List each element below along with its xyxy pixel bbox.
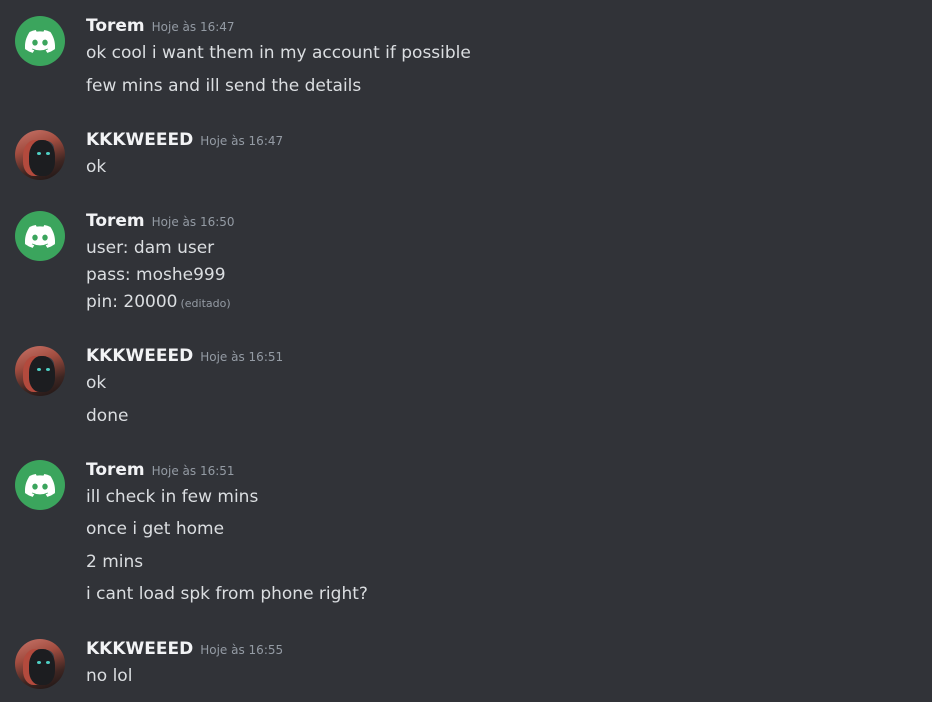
message-header: KKKWEEED Hoje às 16:51 [86, 346, 283, 366]
user-photo-detail [46, 152, 50, 155]
message-text: done [86, 406, 129, 426]
user-photo-detail [37, 661, 41, 664]
chat-messages: Torem Hoje às 16:47 ok cool i want them i… [0, 0, 932, 702]
message-text: i cant load spk from phone right? [86, 584, 368, 604]
username[interactable]: KKKWEEED [86, 130, 193, 150]
message-text: ok [86, 373, 107, 393]
username[interactable]: Torem [86, 16, 145, 36]
username[interactable]: KKKWEEED [86, 346, 193, 366]
username[interactable]: Torem [86, 460, 145, 480]
avatar[interactable] [15, 460, 65, 510]
user-photo [29, 140, 55, 176]
timestamp[interactable]: Hoje às 16:50 [152, 215, 235, 229]
user-photo-detail [46, 661, 50, 664]
edited-label: (editado) [180, 297, 231, 310]
timestamp[interactable]: Hoje às 16:55 [200, 643, 283, 657]
message-text: pin: 20000 [86, 292, 178, 312]
timestamp[interactable]: Hoje às 16:47 [152, 20, 235, 34]
timestamp[interactable]: Hoje às 16:47 [200, 134, 283, 148]
message-text: ok cool i want them in my account if pos… [86, 43, 471, 63]
avatar[interactable] [15, 211, 65, 261]
message-text: pass: moshe999 [86, 265, 226, 285]
user-photo-detail [37, 152, 41, 155]
discord-icon [25, 224, 55, 248]
username[interactable]: Torem [86, 211, 145, 231]
discord-icon [25, 473, 55, 497]
avatar[interactable] [15, 16, 65, 66]
message-text: user: dam user [86, 238, 215, 258]
discord-icon [25, 29, 55, 53]
message-text-line: pin: 20000 (editado) [86, 292, 231, 312]
message-text: ok [86, 157, 107, 177]
avatar[interactable] [15, 346, 65, 396]
user-photo-detail [46, 368, 50, 371]
message-header: KKKWEEED Hoje às 16:55 [86, 639, 283, 659]
message-text: once i get home [86, 519, 225, 539]
message-text: 2 mins [86, 552, 144, 572]
timestamp[interactable]: Hoje às 16:51 [200, 350, 283, 364]
message-text: no lol [86, 666, 133, 686]
avatar[interactable] [15, 130, 65, 180]
timestamp[interactable]: Hoje às 16:51 [152, 464, 235, 478]
message-text: ill check in few mins [86, 487, 259, 507]
avatar[interactable] [15, 639, 65, 689]
message-text: few mins and ill send the details [86, 76, 362, 96]
user-photo-detail [37, 368, 41, 371]
message-header: Torem Hoje às 16:51 [86, 460, 235, 480]
user-photo [29, 356, 55, 392]
username[interactable]: KKKWEEED [86, 639, 193, 659]
user-photo [29, 649, 55, 685]
message-header: KKKWEEED Hoje às 16:47 [86, 130, 283, 150]
message-header: Torem Hoje às 16:47 [86, 16, 235, 36]
message-header: Torem Hoje às 16:50 [86, 211, 235, 231]
